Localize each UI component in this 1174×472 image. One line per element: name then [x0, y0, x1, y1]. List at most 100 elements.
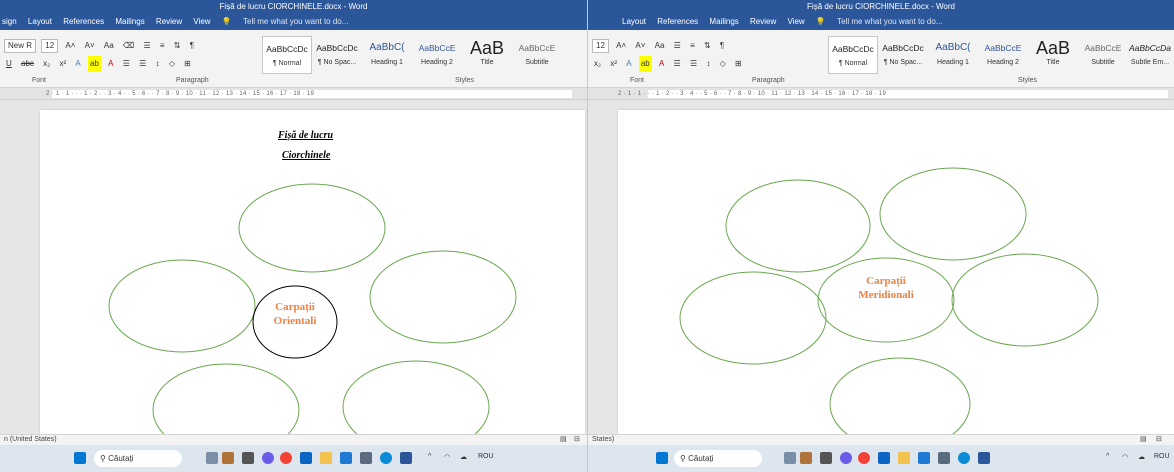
bubble-top[interactable] [238, 183, 386, 273]
tell-me-search[interactable]: 💡 Tell me what you want to do... [222, 13, 358, 30]
superscript-icon[interactable]: x² [608, 56, 619, 72]
taskbar-search[interactable]: ⚲ Căutați [674, 450, 762, 467]
style-title[interactable]: AaB Title [462, 36, 512, 74]
bullets-icon[interactable]: ☰ [141, 38, 152, 54]
align-center-icon[interactable]: ☰ [688, 56, 699, 72]
strikethrough-icon[interactable]: abc [19, 56, 36, 72]
font-size-box[interactable]: 12 [592, 39, 609, 53]
teams-icon[interactable] [242, 452, 254, 464]
windows-start-icon[interactable] [74, 452, 86, 464]
numbering-icon[interactable]: ≡ [688, 38, 697, 54]
highlight-icon[interactable]: ab [638, 56, 652, 72]
store-icon[interactable] [300, 452, 312, 464]
chrome-icon[interactable] [280, 452, 292, 464]
style-subtitle[interactable]: AaBbCcE Subtitle [1078, 36, 1128, 74]
edge-icon[interactable] [958, 452, 970, 464]
bubble-top-left[interactable] [725, 179, 871, 273]
tab-view[interactable]: View [787, 13, 804, 30]
chrome-icon[interactable] [858, 452, 870, 464]
shading-icon[interactable]: ◇ [718, 56, 728, 72]
style-no-spacing[interactable]: AaBbCcDc ¶ No Spac... [312, 36, 362, 74]
windows-start-icon[interactable] [656, 452, 668, 464]
web-layout-icon[interactable]: ⊟ [574, 435, 580, 445]
word-icon[interactable] [400, 452, 412, 464]
borders-icon[interactable]: ⊞ [733, 56, 744, 72]
sort-icon[interactable]: ⇅ [702, 38, 713, 54]
borders-icon[interactable]: ⊞ [182, 56, 193, 72]
widgets-icon[interactable] [800, 452, 812, 464]
style-normal[interactable]: AaBbCcDc ¶ Normal [828, 36, 878, 74]
underline-icon[interactable]: U [4, 56, 14, 72]
style-no-spacing[interactable]: AaBbCcDc ¶ No Spac... [878, 36, 928, 74]
task-view-icon[interactable] [206, 452, 218, 464]
document-area[interactable]: Carpații Meridionali [588, 100, 1174, 434]
align-left-icon[interactable]: ☰ [121, 56, 132, 72]
bubble-right[interactable] [951, 253, 1099, 347]
file-explorer-icon[interactable] [320, 452, 332, 464]
bullets-icon[interactable]: ☰ [672, 38, 683, 54]
chevron-up-icon[interactable]: ^ [1106, 453, 1109, 460]
style-normal[interactable]: AaBbCcDc ¶ Normal [262, 36, 312, 74]
tab-references[interactable]: References [657, 13, 698, 30]
grow-font-icon[interactable]: A˄ [63, 38, 77, 54]
pilcrow-icon[interactable]: ¶ [188, 38, 196, 54]
horizontal-ruler[interactable]: 2 · 1 · 1 · · · 1 · 2 · · 3 · 4 · · 5 · … [0, 88, 587, 100]
highlight-icon[interactable]: ab [87, 56, 101, 72]
cloud-icon[interactable]: ☁ [460, 453, 467, 461]
tell-me-search[interactable]: 💡 Tell me what you want to do... [816, 13, 952, 30]
numbering-icon[interactable]: ≡ [158, 38, 167, 54]
mail-icon[interactable] [918, 452, 930, 464]
photos-icon[interactable] [938, 452, 950, 464]
shrink-font-icon[interactable]: A˅ [633, 38, 647, 54]
style-subtle-emphasis[interactable]: AaBbCcDa Subtle Em... [1128, 36, 1172, 74]
shrink-font-icon[interactable]: A˅ [83, 38, 97, 54]
font-color-icon[interactable]: A [657, 56, 666, 72]
language-indicator[interactable]: ROU [1154, 453, 1170, 460]
subscript-icon[interactable]: x₂ [592, 56, 603, 72]
task-view-icon[interactable] [784, 452, 796, 464]
teams-icon[interactable] [820, 452, 832, 464]
style-heading-2[interactable]: AaBbCcE Heading 2 [978, 36, 1028, 74]
language-indicator[interactable]: ROU [478, 453, 494, 460]
style-heading-1[interactable]: AaBbC( Heading 1 [362, 36, 412, 74]
align-left-icon[interactable]: ☰ [672, 56, 683, 72]
print-layout-icon[interactable]: ▤ [560, 435, 567, 445]
document-area[interactable]: Fișă de lucru Ciorchinele Carpații Orien… [0, 100, 587, 434]
bubble-top-right[interactable] [879, 167, 1027, 261]
grow-font-icon[interactable]: A˄ [614, 38, 628, 54]
photos-icon[interactable] [360, 452, 372, 464]
text-effects-icon[interactable]: A [73, 56, 82, 72]
tab-mailings[interactable]: Mailings [115, 13, 144, 30]
tab-layout[interactable]: Layout [622, 13, 646, 30]
pilcrow-icon[interactable]: ¶ [718, 38, 726, 54]
document-page[interactable]: Fișă de lucru Ciorchinele Carpații Orien… [40, 110, 585, 434]
line-spacing-icon[interactable]: ↕ [704, 56, 712, 72]
file-explorer-icon[interactable] [898, 452, 910, 464]
tab-references[interactable]: References [63, 13, 104, 30]
tab-mailings[interactable]: Mailings [709, 13, 738, 30]
tab-view[interactable]: View [193, 13, 210, 30]
tab-review[interactable]: Review [156, 13, 182, 30]
sort-icon[interactable]: ⇅ [172, 38, 183, 54]
style-title[interactable]: AaB Title [1028, 36, 1078, 74]
font-name-box[interactable]: New R [4, 39, 37, 53]
horizontal-ruler[interactable]: 2 · 1 · 1 · · · 1 · 2 · · 3 · 4 · · 5 · … [588, 88, 1174, 100]
cloud-icon[interactable]: ☁ [1138, 453, 1145, 461]
tab-layout[interactable]: Layout [28, 13, 52, 30]
clear-format-icon[interactable]: ⌫ [121, 38, 136, 54]
language-status[interactable]: n (United States) [4, 435, 57, 445]
font-size-box[interactable]: 12 [41, 39, 59, 53]
change-case-icon[interactable]: Aa [102, 38, 116, 54]
mail-icon[interactable] [340, 452, 352, 464]
align-center-icon[interactable]: ☰ [137, 56, 148, 72]
text-effects-icon[interactable]: A [624, 56, 633, 72]
language-status[interactable]: States) [592, 435, 614, 445]
bubble-bottom-right[interactable] [342, 360, 490, 434]
style-subtitle[interactable]: AaBbCcE Subtitle [512, 36, 562, 74]
bubble-right[interactable] [369, 250, 517, 344]
bubble-left[interactable] [679, 271, 827, 365]
document-page[interactable]: Carpații Meridionali [618, 110, 1174, 434]
web-layout-icon[interactable]: ⊟ [1156, 435, 1162, 445]
style-heading-2[interactable]: AaBbCcE Heading 2 [412, 36, 462, 74]
style-heading-1[interactable]: AaBbC( Heading 1 [928, 36, 978, 74]
